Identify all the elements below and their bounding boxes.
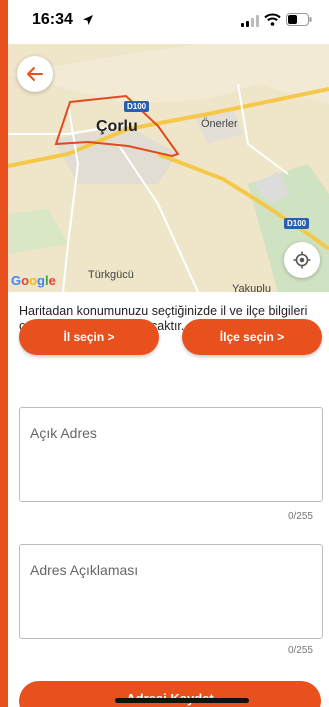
- map-city-label: Çorlu: [96, 118, 138, 135]
- province-select-button[interactable]: İl seçin >: [19, 319, 159, 355]
- back-button[interactable]: [17, 56, 53, 92]
- my-location-button[interactable]: [284, 242, 320, 278]
- address-sheet: 16:34 Çorlu Önerler Türkgücü Yakuplu D10…: [8, 0, 329, 707]
- status-bar: 16:34: [8, 0, 329, 44]
- map-place-label: Türkgücü: [88, 269, 134, 281]
- crosshair-icon: [293, 251, 311, 269]
- map-place-label: Önerler: [201, 118, 238, 130]
- google-logo: Google: [11, 273, 56, 288]
- home-indicator: [115, 698, 249, 703]
- address-char-counter: 0/255: [287, 511, 313, 522]
- battery-icon: [286, 13, 312, 31]
- location-arrow-icon: [82, 13, 94, 31]
- address-placeholder: Açık Adres: [30, 425, 97, 441]
- status-time: 16:34: [32, 11, 73, 28]
- wifi-icon: [264, 13, 281, 31]
- map-canvas: [8, 44, 329, 292]
- location-map[interactable]: Çorlu Önerler Türkgücü Yakuplu D100 D100…: [8, 44, 329, 292]
- address-description-char-counter: 0/255: [287, 645, 313, 656]
- address-input[interactable]: Açık Adres: [19, 407, 323, 502]
- district-select-button[interactable]: İlçe seçin >: [182, 319, 322, 355]
- back-arrow-icon: [27, 67, 43, 81]
- background-panel-edge: [0, 0, 8, 707]
- address-description-placeholder: Adres Açıklaması: [30, 562, 139, 578]
- road-badge: D100: [124, 101, 150, 112]
- map-place-label: Yakuplu: [232, 283, 271, 292]
- address-description-input[interactable]: Adres Açıklaması: [19, 544, 323, 639]
- signal-icon: [241, 14, 259, 32]
- save-address-button[interactable]: Adresi Kaydet: [19, 681, 321, 707]
- road-badge: D100: [284, 218, 310, 229]
